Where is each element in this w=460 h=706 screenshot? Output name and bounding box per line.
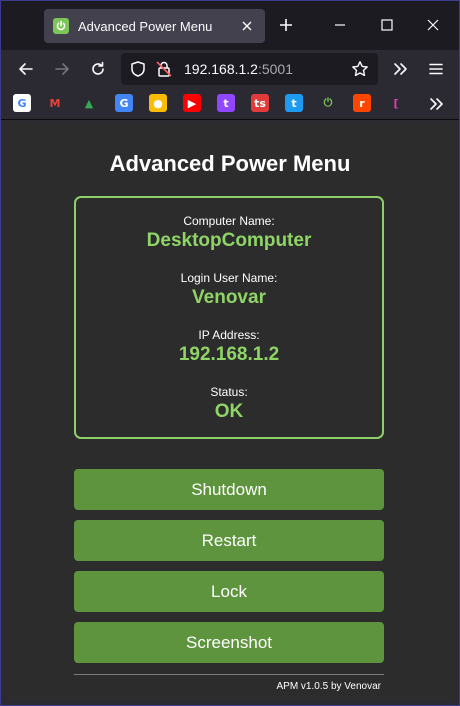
status-label: Status:: [210, 385, 248, 399]
shutdown-button[interactable]: Shutdown: [74, 469, 384, 510]
login-user-label: Login User Name:: [180, 271, 278, 285]
tab-bar: Advanced Power Menu: [0, 0, 460, 50]
address-bar[interactable]: 192.168.1.2:5001: [121, 53, 378, 85]
close-window-icon[interactable]: [426, 18, 440, 32]
drive-icon[interactable]: ▲: [80, 94, 98, 112]
menu-icon[interactable]: [427, 60, 445, 78]
twitter-icon[interactable]: t: [285, 94, 303, 112]
youtube-icon[interactable]: ▶: [183, 94, 201, 112]
back-icon[interactable]: [17, 60, 35, 78]
computer-name-value: DesktopComputer: [146, 230, 312, 251]
maximize-icon[interactable]: [380, 18, 394, 32]
insecure-lock-icon[interactable]: [155, 60, 173, 83]
overflow-chevron-icon[interactable]: [391, 60, 409, 78]
tab-title: Advanced Power Menu: [78, 18, 213, 34]
url-text: 192.168.1.2:5001: [184, 61, 293, 77]
lock-button[interactable]: Lock: [74, 571, 384, 612]
restart-button[interactable]: Restart: [74, 520, 384, 561]
close-tab-icon[interactable]: [239, 18, 255, 34]
bracket-icon[interactable]: [: [387, 94, 405, 112]
footer-divider: [74, 674, 384, 675]
bookmarks-bar: G M ▲ G ● ▶ t ts t ⏻ r [: [0, 88, 460, 120]
power-icon: [53, 18, 69, 34]
forward-icon[interactable]: [53, 60, 71, 78]
power-icon[interactable]: ⏻: [319, 94, 337, 112]
status-value: OK: [214, 401, 244, 422]
system-info-card: Computer Name: DesktopComputer Login Use…: [74, 196, 384, 439]
gmail-icon[interactable]: M: [46, 94, 64, 112]
reload-icon[interactable]: [89, 60, 107, 78]
url-port: :5001: [257, 61, 294, 77]
shield-icon[interactable]: [129, 60, 147, 83]
navigation-bar: 192.168.1.2:5001: [0, 50, 460, 88]
computer-name-label: Computer Name:: [183, 214, 275, 228]
translate-icon[interactable]: G: [115, 94, 133, 112]
active-tab[interactable]: Advanced Power Menu: [44, 9, 265, 43]
keep-icon[interactable]: ●: [149, 94, 167, 112]
google-icon[interactable]: G: [13, 94, 31, 112]
page-content: Advanced Power Menu Computer Name: Deskt…: [5, 121, 455, 701]
twitch-icon[interactable]: t: [217, 94, 235, 112]
bookmark-star-icon[interactable]: [351, 60, 369, 83]
page-title: Advanced Power Menu: [109, 151, 351, 176]
login-user-value: Venovar: [192, 287, 266, 308]
bookmarks-overflow-chevron-icon[interactable]: [427, 95, 445, 113]
minimize-icon[interactable]: [333, 18, 347, 32]
ts-icon[interactable]: ts: [251, 94, 269, 112]
url-host: 192.168.1.2: [184, 61, 258, 77]
new-tab-icon[interactable]: [278, 17, 294, 33]
ip-address-value: 192.168.1.2: [178, 344, 280, 365]
reddit-icon[interactable]: r: [353, 94, 371, 112]
ip-address-label: IP Address:: [198, 328, 260, 342]
footer-version: APM v1.0.5 by Venovar: [276, 681, 381, 692]
screenshot-button[interactable]: Screenshot: [74, 622, 384, 663]
